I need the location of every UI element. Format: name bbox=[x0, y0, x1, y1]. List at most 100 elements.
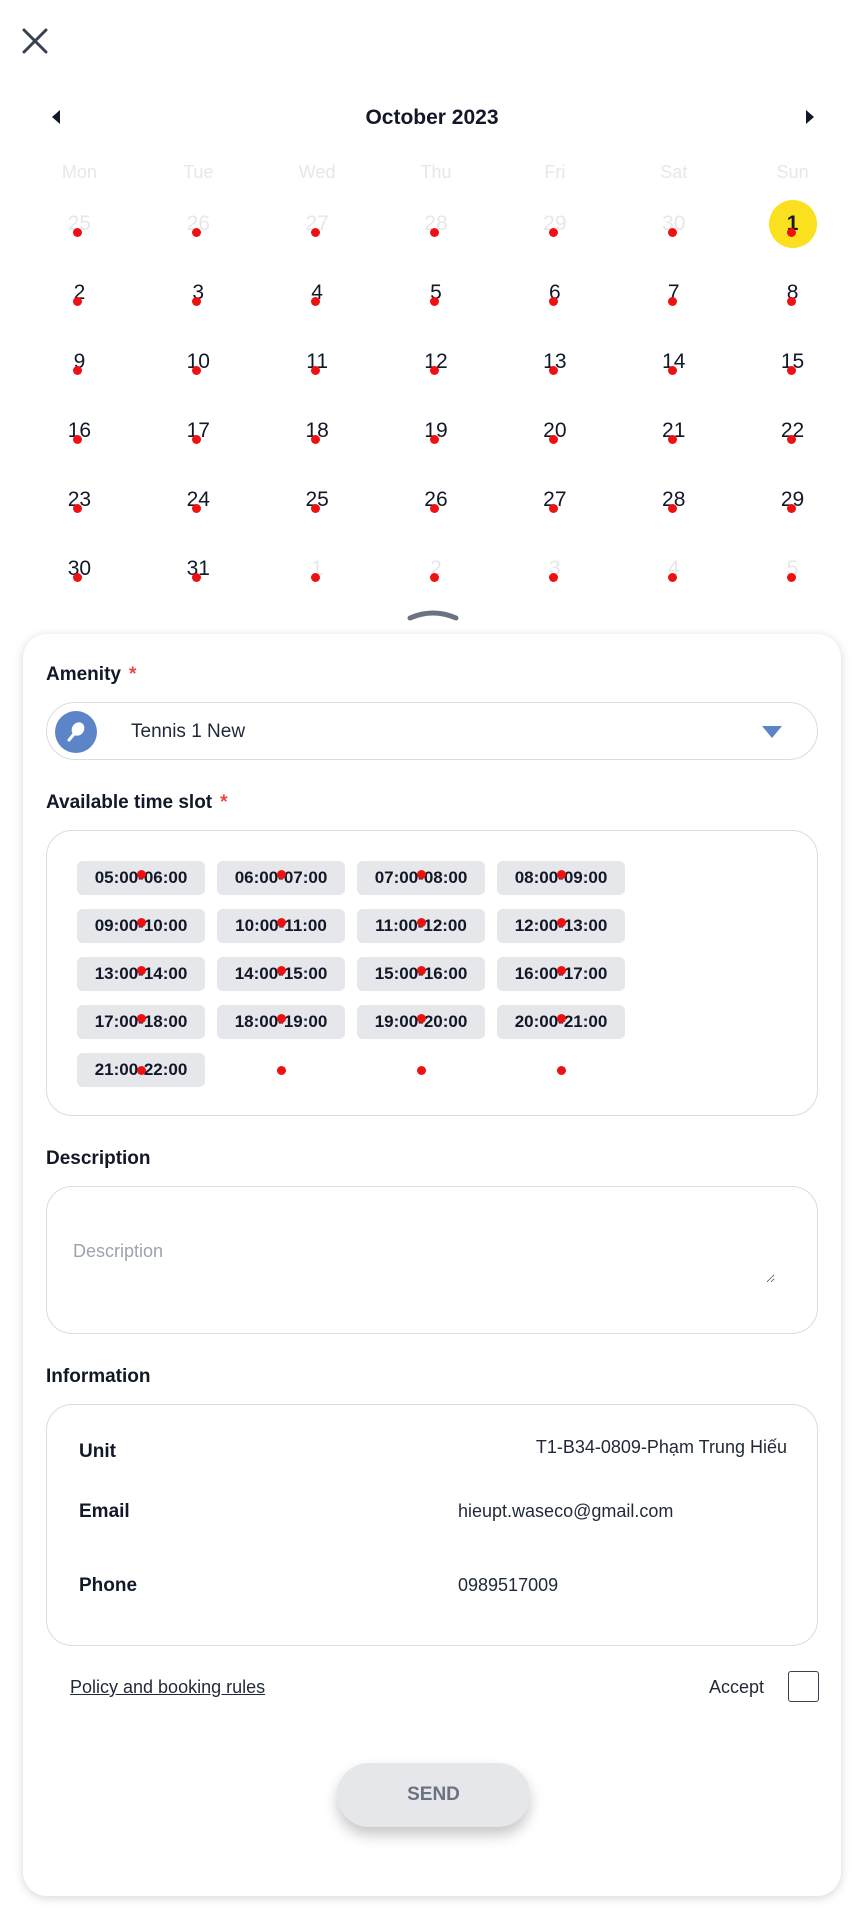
weekday-label: Mon bbox=[61, 162, 97, 182]
calendar-grid: 25 26 27 28 29 30 1 2 3 4 5 6 7 8 9 10 11 12 13 14 15 16 17 18 1… bbox=[20, 200, 852, 618]
day-number: 19 bbox=[424, 419, 448, 442]
calendar-day[interactable]: 7 bbox=[614, 273, 733, 342]
calendar-day[interactable]: 4 bbox=[614, 549, 733, 618]
weekday-label: Wed bbox=[298, 162, 336, 182]
calendar-day[interactable]: 8 bbox=[733, 273, 852, 342]
calendar-day[interactable]: 12 bbox=[377, 342, 496, 411]
calendar-day[interactable]: 26 bbox=[139, 204, 258, 273]
calendar-day[interactable]: 23 bbox=[20, 480, 139, 549]
availability-dot bbox=[277, 1066, 286, 1075]
day-number: 20 bbox=[543, 419, 567, 442]
day-number: 2 bbox=[73, 281, 86, 304]
calendar-day[interactable]: 4 bbox=[258, 273, 377, 342]
calendar-day[interactable]: 25 bbox=[258, 480, 377, 549]
availability-dot bbox=[557, 918, 566, 927]
calendar-day[interactable]: 30 bbox=[20, 549, 139, 618]
day-number: 11 bbox=[306, 350, 329, 373]
availability-dot bbox=[429, 228, 439, 237]
calendar-day[interactable]: 5 bbox=[733, 549, 852, 618]
availability-dot bbox=[548, 504, 558, 513]
calendar-day[interactable]: 9 bbox=[20, 342, 139, 411]
next-month-button[interactable] bbox=[796, 104, 822, 130]
weekday-label: Tue bbox=[183, 162, 214, 182]
calendar-day[interactable]: 18 bbox=[258, 411, 377, 480]
description-box bbox=[46, 1186, 818, 1334]
calendar-day[interactable]: 2 bbox=[20, 273, 139, 342]
availability-dot bbox=[786, 573, 796, 582]
close-button[interactable] bbox=[18, 24, 52, 58]
day-number: 10 bbox=[186, 350, 210, 373]
amenity-select[interactable]: Tennis 1 New bbox=[46, 702, 818, 760]
weekday-label: Sun bbox=[776, 162, 809, 182]
day-number: 14 bbox=[662, 350, 686, 373]
calendar-day[interactable]: 16 bbox=[20, 411, 139, 480]
accept-label: Accept bbox=[709, 1677, 765, 1697]
calendar-day[interactable]: 27 bbox=[258, 204, 377, 273]
day-number: 7 bbox=[667, 281, 680, 304]
calendar-day[interactable]: 30 bbox=[614, 204, 733, 273]
availability-dot bbox=[786, 435, 796, 444]
required-mark: * bbox=[220, 792, 228, 813]
month-title: October 2023 bbox=[365, 106, 499, 129]
day-number: 1 bbox=[311, 557, 323, 580]
calendar-day[interactable]: 1 bbox=[258, 549, 377, 618]
calendar-day[interactable]: 13 bbox=[495, 342, 614, 411]
calendar-day[interactable]: 31 bbox=[139, 549, 258, 618]
availability-dot bbox=[277, 966, 286, 975]
availability-dot bbox=[429, 435, 439, 444]
availability-dot bbox=[429, 366, 439, 375]
description-input[interactable] bbox=[71, 1239, 775, 1283]
calendar-day[interactable]: 21 bbox=[614, 411, 733, 480]
sheet-drag-handle[interactable] bbox=[407, 606, 459, 622]
availability-dot bbox=[417, 966, 426, 975]
information-label: Information bbox=[46, 1366, 151, 1387]
day-number: 5 bbox=[430, 281, 442, 304]
day-number: 28 bbox=[662, 488, 686, 511]
day-number: 5 bbox=[786, 557, 799, 580]
availability-dot bbox=[667, 504, 677, 513]
calendar-day[interactable]: 29 bbox=[495, 204, 614, 273]
day-number: 17 bbox=[186, 419, 210, 442]
timeslot-label: Available time slot * bbox=[46, 792, 228, 813]
availability-dot bbox=[548, 297, 558, 306]
accept-checkbox[interactable] bbox=[788, 1671, 819, 1702]
availability-dot bbox=[137, 1014, 146, 1023]
description-label: Description bbox=[46, 1148, 151, 1169]
calendar-day[interactable]: 26 bbox=[377, 480, 496, 549]
calendar-day[interactable]: 25 bbox=[20, 204, 139, 273]
availability-dot bbox=[557, 1066, 566, 1075]
day-number: 22 bbox=[780, 419, 805, 442]
availability-dot bbox=[137, 1066, 146, 1075]
calendar-day[interactable]: 27 bbox=[495, 480, 614, 549]
calendar-day[interactable]: 11 bbox=[258, 342, 377, 411]
policy-link[interactable]: Policy and booking rules bbox=[70, 1677, 265, 1698]
calendar-day[interactable]: 14 bbox=[614, 342, 733, 411]
day-number: 3 bbox=[549, 557, 561, 580]
calendar-day[interactable]: 3 bbox=[139, 273, 258, 342]
calendar-day[interactable]: 6 bbox=[495, 273, 614, 342]
availability-dot bbox=[786, 366, 796, 375]
availability-dot bbox=[557, 870, 566, 879]
availability-dot bbox=[548, 228, 558, 237]
day-number: 15 bbox=[780, 350, 805, 373]
calendar-day[interactable]: 24 bbox=[139, 480, 258, 549]
calendar-day[interactable]: 29 bbox=[733, 480, 852, 549]
timeslot-list: 05:00-06:0006:00-07:0007:00-08:0008:00-0… bbox=[46, 830, 818, 1116]
availability-dot bbox=[277, 1014, 286, 1023]
availability-dot bbox=[417, 1014, 426, 1023]
day-number: 16 bbox=[67, 419, 92, 442]
day-number: 24 bbox=[186, 488, 210, 511]
calendar-day-selected[interactable]: 1 bbox=[733, 200, 852, 273]
calendar-day[interactable]: 5 bbox=[377, 273, 496, 342]
calendar-day[interactable]: 22 bbox=[733, 411, 852, 480]
calendar-day[interactable]: 28 bbox=[614, 480, 733, 549]
calendar-day[interactable]: 10 bbox=[139, 342, 258, 411]
calendar-day[interactable]: 15 bbox=[733, 342, 852, 411]
calendar-day[interactable]: 28 bbox=[377, 204, 496, 273]
day-number: 31 bbox=[186, 557, 210, 580]
calendar-day[interactable]: 20 bbox=[495, 411, 614, 480]
calendar-day[interactable]: 17 bbox=[139, 411, 258, 480]
calendar-day[interactable]: 3 bbox=[495, 549, 614, 618]
send-button[interactable]: SEND bbox=[337, 1763, 530, 1827]
calendar-day[interactable]: 19 bbox=[377, 411, 496, 480]
